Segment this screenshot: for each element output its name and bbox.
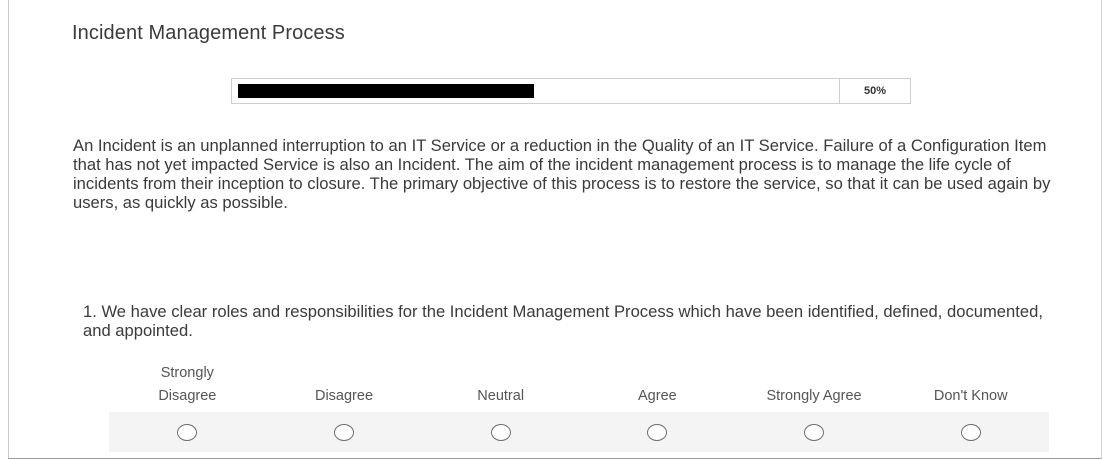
option-label-line1: Strongly <box>160 365 214 381</box>
radio-strongly-disagree[interactable] <box>177 423 198 441</box>
progress-fill <box>238 84 534 98</box>
option-label-strongly-disagree: Strongly Disagree <box>109 360 266 408</box>
option-label-neutral: Neutral <box>422 360 579 408</box>
radio-disagree[interactable] <box>334 423 354 441</box>
radio-agree[interactable] <box>647 423 668 441</box>
option-cell-disagree <box>266 412 423 452</box>
option-cell-dont-know <box>892 412 1049 452</box>
option-label-line2: Strongly Agree <box>766 388 862 404</box>
option-label-disagree: Disagree <box>266 360 423 408</box>
question-text: 1. We have clear roles and responsibilit… <box>83 302 1043 340</box>
option-cell-strongly-agree <box>736 412 893 452</box>
progress-track <box>238 84 830 98</box>
intro-paragraph: An Incident is an unplanned interruption… <box>73 136 1051 212</box>
radio-strongly-agree[interactable] <box>804 423 825 441</box>
progress-percent-label: 50% <box>839 79 910 103</box>
page-title: Incident Management Process <box>72 22 345 44</box>
likert-radio-row <box>109 412 1049 452</box>
option-label-line2: Disagree <box>158 388 217 404</box>
option-cell-strongly-disagree <box>109 412 266 452</box>
option-label-dont-know: Don't Know <box>892 360 1049 408</box>
option-cell-agree <box>579 412 736 452</box>
option-label-line2: Neutral <box>477 388 525 404</box>
likert-scale: Strongly Disagree Disagree Neutral Agree… <box>109 360 1049 455</box>
option-label-line2: Disagree <box>314 388 374 404</box>
option-cell-neutral <box>422 412 579 452</box>
radio-neutral[interactable] <box>490 423 511 441</box>
survey-frame: Incident Management Process 50% An Incid… <box>8 0 1102 459</box>
likert-labels: Strongly Disagree Disagree Neutral Agree… <box>109 360 1049 408</box>
option-label-agree: Agree <box>579 360 736 408</box>
option-label-line2: Don't Know <box>933 388 1008 404</box>
radio-dont-know[interactable] <box>960 423 981 441</box>
progress-bar: 50% <box>231 78 911 104</box>
option-label-strongly-agree: Strongly Agree <box>736 360 893 408</box>
option-label-line2: Agree <box>638 388 677 404</box>
